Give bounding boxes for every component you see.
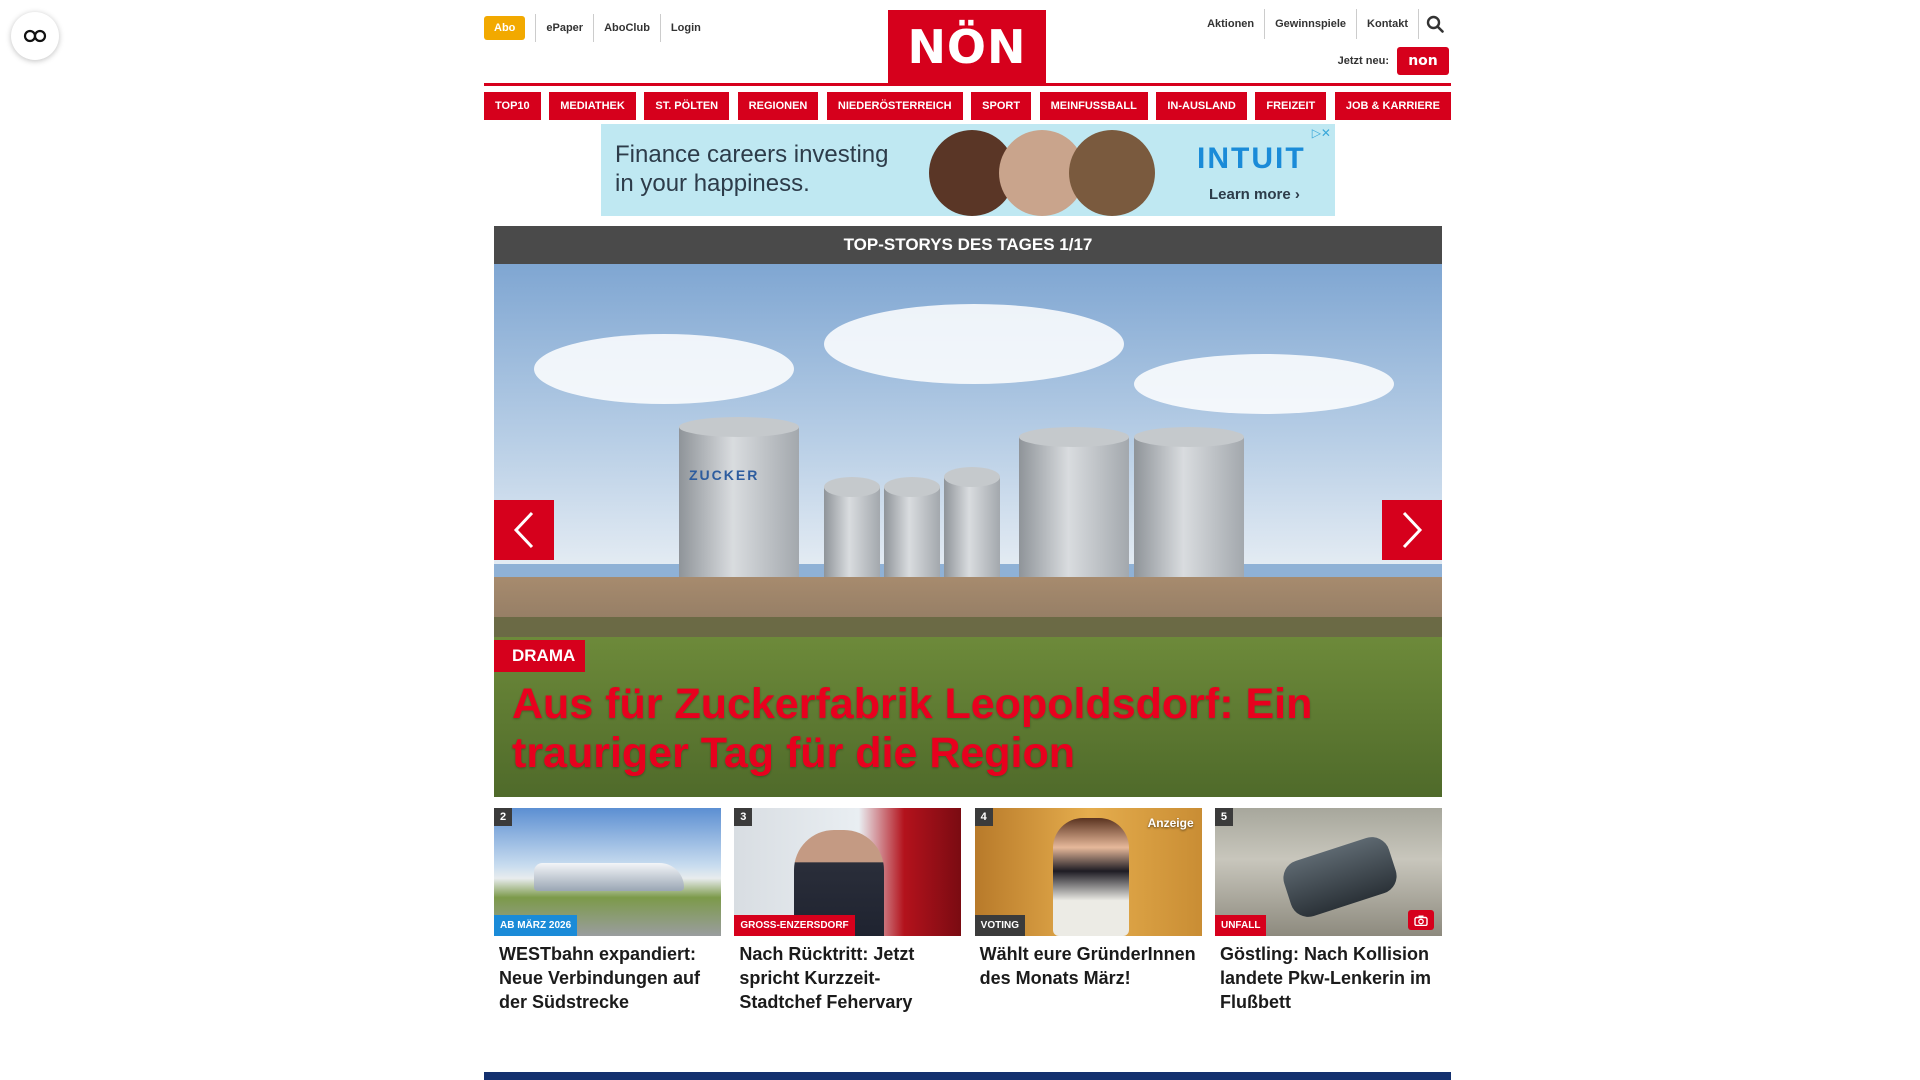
story-tag: UNFALL (1214, 915, 1267, 936)
nav-item-job-karriere[interactable]: JOB & KARRIERE (1334, 92, 1451, 120)
chevron-right-icon (1402, 511, 1423, 549)
site-header: Abo ePaper AboClub Login NÖN Aktionen Ge… (484, 0, 1451, 92)
story-number: 5 (1214, 808, 1233, 826)
search-icon (1426, 15, 1444, 33)
ad-photo-people (929, 130, 1159, 216)
logo-text: NÖN (907, 19, 1027, 74)
non-app-badge-text: non (1408, 53, 1438, 69)
cloud-3 (1134, 354, 1394, 414)
nav-item-in-ausland[interactable]: IN-AUSLAND (1156, 92, 1247, 120)
story-kicker: DRAMA (494, 640, 586, 672)
nav-item-sport[interactable]: SPORT (971, 92, 1032, 120)
header-left-links: Abo ePaper AboClub Login (484, 14, 711, 42)
ad-banner[interactable]: Finance careers investing in your happin… (601, 124, 1335, 216)
ad-brand: INTUIT (1197, 142, 1306, 175)
header-divider (484, 83, 1451, 86)
main-nav: TOP10 MEDIATHEK ST. PÖLTEN REGIONEN NIED… (484, 92, 1451, 120)
slider-next-button[interactable] (1382, 500, 1442, 560)
camera-icon (1414, 915, 1428, 926)
kontakt-link[interactable]: Kontakt (1357, 9, 1419, 39)
header-right-links: Aktionen Gewinnspiele Kontakt (1197, 9, 1451, 39)
cloud-2 (824, 304, 1124, 384)
slider-heading: TOP-STORYS DES TAGES 1/17 (494, 226, 1442, 264)
story-title: Nach Rücktritt: Jetzt spricht Kurzzeit-S… (739, 944, 915, 1012)
chevron-left-icon (513, 511, 534, 549)
aktionen-link[interactable]: Aktionen (1197, 9, 1266, 39)
gallery-button[interactable] (1407, 910, 1434, 930)
story-title: WESTbahn expandiert: Neue Verbindungen a… (499, 944, 701, 1012)
cloud-1 (534, 334, 794, 404)
story-thumbnail: 5 UNFALL (1214, 808, 1442, 936)
story-number: 2 (494, 808, 512, 826)
top-stories-slider: TOP-STORYS DES TAGES 1/17 ZUCKER DRAMA A… (494, 226, 1442, 797)
story-card[interactable]: 4 Anzeige VOTING Wählt eure GründerInnen… (974, 808, 1202, 1014)
sponsored-badge: Anzeige (1147, 816, 1194, 830)
nav-item-top10[interactable]: TOP10 (484, 92, 541, 120)
story-tag: VOTING (974, 915, 1025, 936)
story-tag: GROSS-ENZERSDORF (734, 915, 855, 936)
ad-text-line1: Finance careers investing (615, 141, 889, 168)
story-card[interactable]: 5 UNFALL Göstling: Nach Kollision landet… (1214, 808, 1442, 1014)
accessibility-toggle-button[interactable] (11, 12, 59, 60)
ad-text: Finance careers investing in your happin… (615, 140, 888, 198)
glasses-icon (23, 29, 47, 43)
person-image (1052, 818, 1129, 936)
silo-label: ZUCKER (689, 467, 760, 483)
jetzt-neu: Jetzt neu: non (1338, 47, 1449, 75)
story-number: 3 (734, 808, 753, 826)
car-image (1278, 832, 1402, 922)
slide-image[interactable]: ZUCKER DRAMA Aus für Zuckerfabrik Leopol… (494, 264, 1442, 797)
nav-item-niederoesterreich[interactable]: NIEDERÖSTERREICH (826, 92, 963, 120)
nav-item-st-poelten[interactable]: ST. PÖLTEN (644, 92, 730, 120)
jetzt-neu-label: Jetzt neu: (1337, 55, 1389, 67)
story-cards: 2 AB MÄRZ 2026 WESTbahn expandiert: Neue… (494, 808, 1442, 1014)
story-card[interactable]: 2 AB MÄRZ 2026 WESTbahn expandiert: Neue… (494, 808, 721, 1014)
ad-close-icon[interactable]: ▷✕ (1312, 126, 1331, 140)
abo-button[interactable]: Abo (484, 16, 526, 40)
story-headline[interactable]: Aus für Zuckerfabrik Leopoldsdorf: Ein t… (512, 680, 1412, 778)
story-card[interactable]: 3 GROSS-ENZERSDORF Nach Rücktritt: Jetzt… (734, 808, 962, 1014)
page-container: Abo ePaper AboClub Login NÖN Aktionen Ge… (484, 0, 1451, 1012)
aboclub-link[interactable]: AboClub (593, 14, 660, 42)
story-title: Wählt eure GründerInnen des Monats März! (979, 944, 1196, 988)
site-logo[interactable]: NÖN (888, 10, 1046, 83)
non-app-badge[interactable]: non (1397, 47, 1449, 75)
epaper-link[interactable]: ePaper (535, 14, 593, 42)
story-thumbnail: 4 Anzeige VOTING (974, 808, 1202, 936)
nav-item-mediathek[interactable]: MEDIATHEK (549, 92, 636, 120)
story-number: 4 (974, 808, 993, 826)
footer-bar (484, 1072, 1451, 1080)
search-button[interactable] (1419, 9, 1451, 39)
story-tag: AB MÄRZ 2026 (494, 915, 578, 936)
ad-learn-more-link[interactable]: Learn more › (1209, 186, 1300, 203)
nav-item-meinfussball[interactable]: MEINFUSSBALL (1039, 92, 1148, 120)
train-image (534, 863, 684, 891)
ad-text-line2: in your happiness. (615, 170, 810, 197)
login-link[interactable]: Login (659, 14, 711, 42)
story-thumbnail: 3 GROSS-ENZERSDORF (734, 808, 962, 936)
slider-prev-button[interactable] (494, 500, 554, 560)
ad-person-3 (1069, 130, 1155, 216)
nav-item-freizeit[interactable]: FREIZEIT (1255, 92, 1327, 120)
nav-item-regionen[interactable]: REGIONEN (737, 92, 819, 120)
story-thumbnail: 2 AB MÄRZ 2026 (494, 808, 721, 936)
gewinnspiele-link[interactable]: Gewinnspiele (1265, 9, 1358, 39)
story-title: Göstling: Nach Kollision landete Pkw-Len… (1219, 944, 1432, 1012)
